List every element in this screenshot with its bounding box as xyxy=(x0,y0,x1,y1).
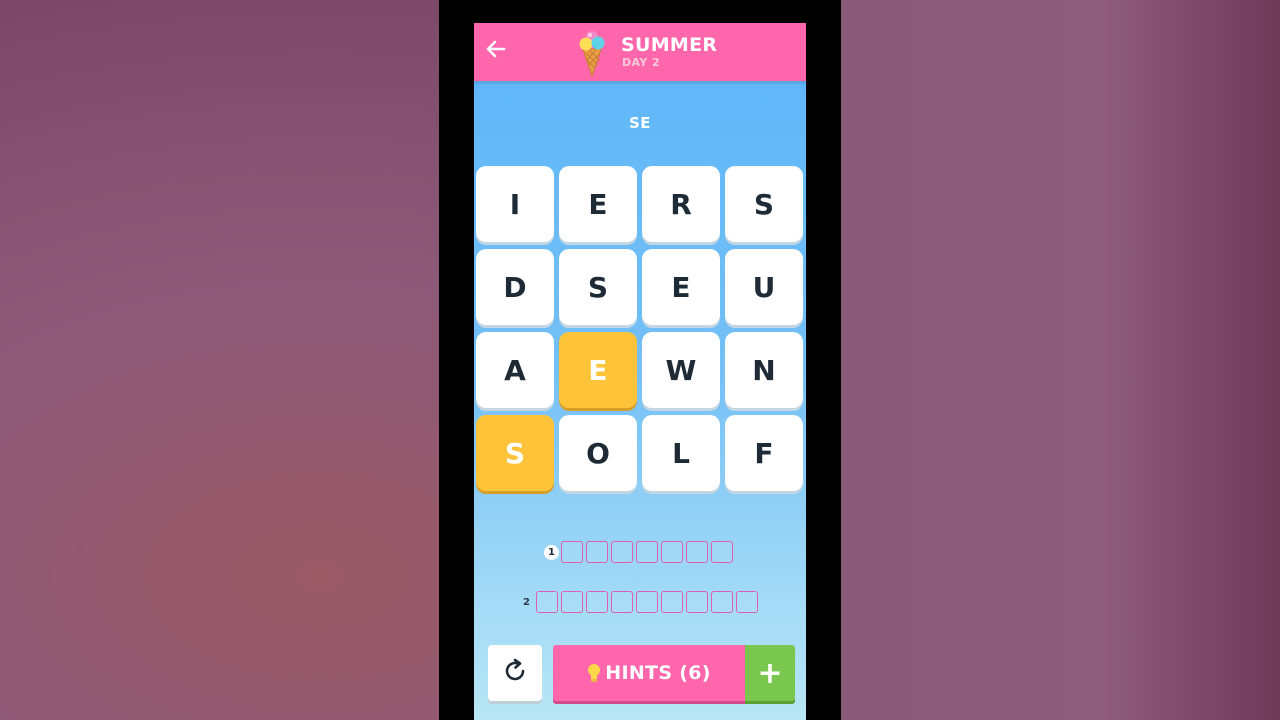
lightbulb-icon xyxy=(587,663,601,683)
letter-tile[interactable]: U xyxy=(725,249,803,325)
header-bar: SUMMER DAY 2 xyxy=(474,23,806,81)
letter-tile[interactable]: E xyxy=(642,249,720,325)
letter-slot xyxy=(661,591,683,613)
answer-number-badge: 2 xyxy=(523,596,530,608)
letter-tile[interactable]: L xyxy=(642,415,720,491)
letter-tile[interactable]: E xyxy=(559,166,637,242)
letter-slot xyxy=(636,541,658,563)
letter-tile[interactable]: S xyxy=(559,249,637,325)
letter-slot xyxy=(561,591,583,613)
letter-tile[interactable]: E xyxy=(559,332,637,408)
answer-row: 2 xyxy=(519,591,761,613)
letter-grid: IERSDSEUAEWNSOLF xyxy=(476,166,804,494)
letter-tile[interactable]: W xyxy=(642,332,720,408)
shuffle-button[interactable] xyxy=(488,645,542,701)
current-word: SE xyxy=(628,114,652,132)
letter-tile[interactable]: O xyxy=(559,415,637,491)
letter-slot xyxy=(711,591,733,613)
letter-slot xyxy=(586,541,608,563)
letter-slot xyxy=(736,591,758,613)
answer-number-badge: 1 xyxy=(544,544,559,560)
letter-slot xyxy=(711,541,733,563)
letter-slot xyxy=(536,591,558,613)
buy-hints-button[interactable]: + xyxy=(745,645,795,701)
level-title: SUMMER xyxy=(621,34,718,56)
hints-button[interactable]: HINTS (6) xyxy=(553,645,745,701)
arrow-left-icon xyxy=(485,38,507,64)
letter-slot xyxy=(611,591,633,613)
refresh-icon xyxy=(501,657,529,689)
letter-tile[interactable]: N xyxy=(725,332,803,408)
letter-slot xyxy=(686,591,708,613)
game-screen: SUMMER DAY 2 SE IERSDSEUAEWNSOLF 12 HINT… xyxy=(474,23,806,720)
level-day: DAY 2 xyxy=(622,56,661,69)
letter-slot xyxy=(636,591,658,613)
hints-label: HINTS (6) xyxy=(605,662,711,684)
letter-slot xyxy=(586,591,608,613)
letter-tile[interactable]: S xyxy=(476,415,554,491)
letter-tile[interactable]: S xyxy=(725,166,803,242)
answer-row: 1 xyxy=(544,541,736,563)
background-right xyxy=(840,0,1280,720)
letter-slot xyxy=(611,541,633,563)
letter-tile[interactable]: F xyxy=(725,415,803,491)
plus-icon: + xyxy=(757,655,783,691)
letter-tile[interactable]: I xyxy=(476,166,554,242)
ice-cream-cone-icon xyxy=(576,29,608,78)
back-button[interactable] xyxy=(482,37,510,65)
letter-slot xyxy=(686,541,708,563)
letter-slot xyxy=(561,541,583,563)
letter-tile[interactable]: R xyxy=(642,166,720,242)
letter-slot xyxy=(661,541,683,563)
letter-tile[interactable]: A xyxy=(476,332,554,408)
letter-tile[interactable]: D xyxy=(476,249,554,325)
